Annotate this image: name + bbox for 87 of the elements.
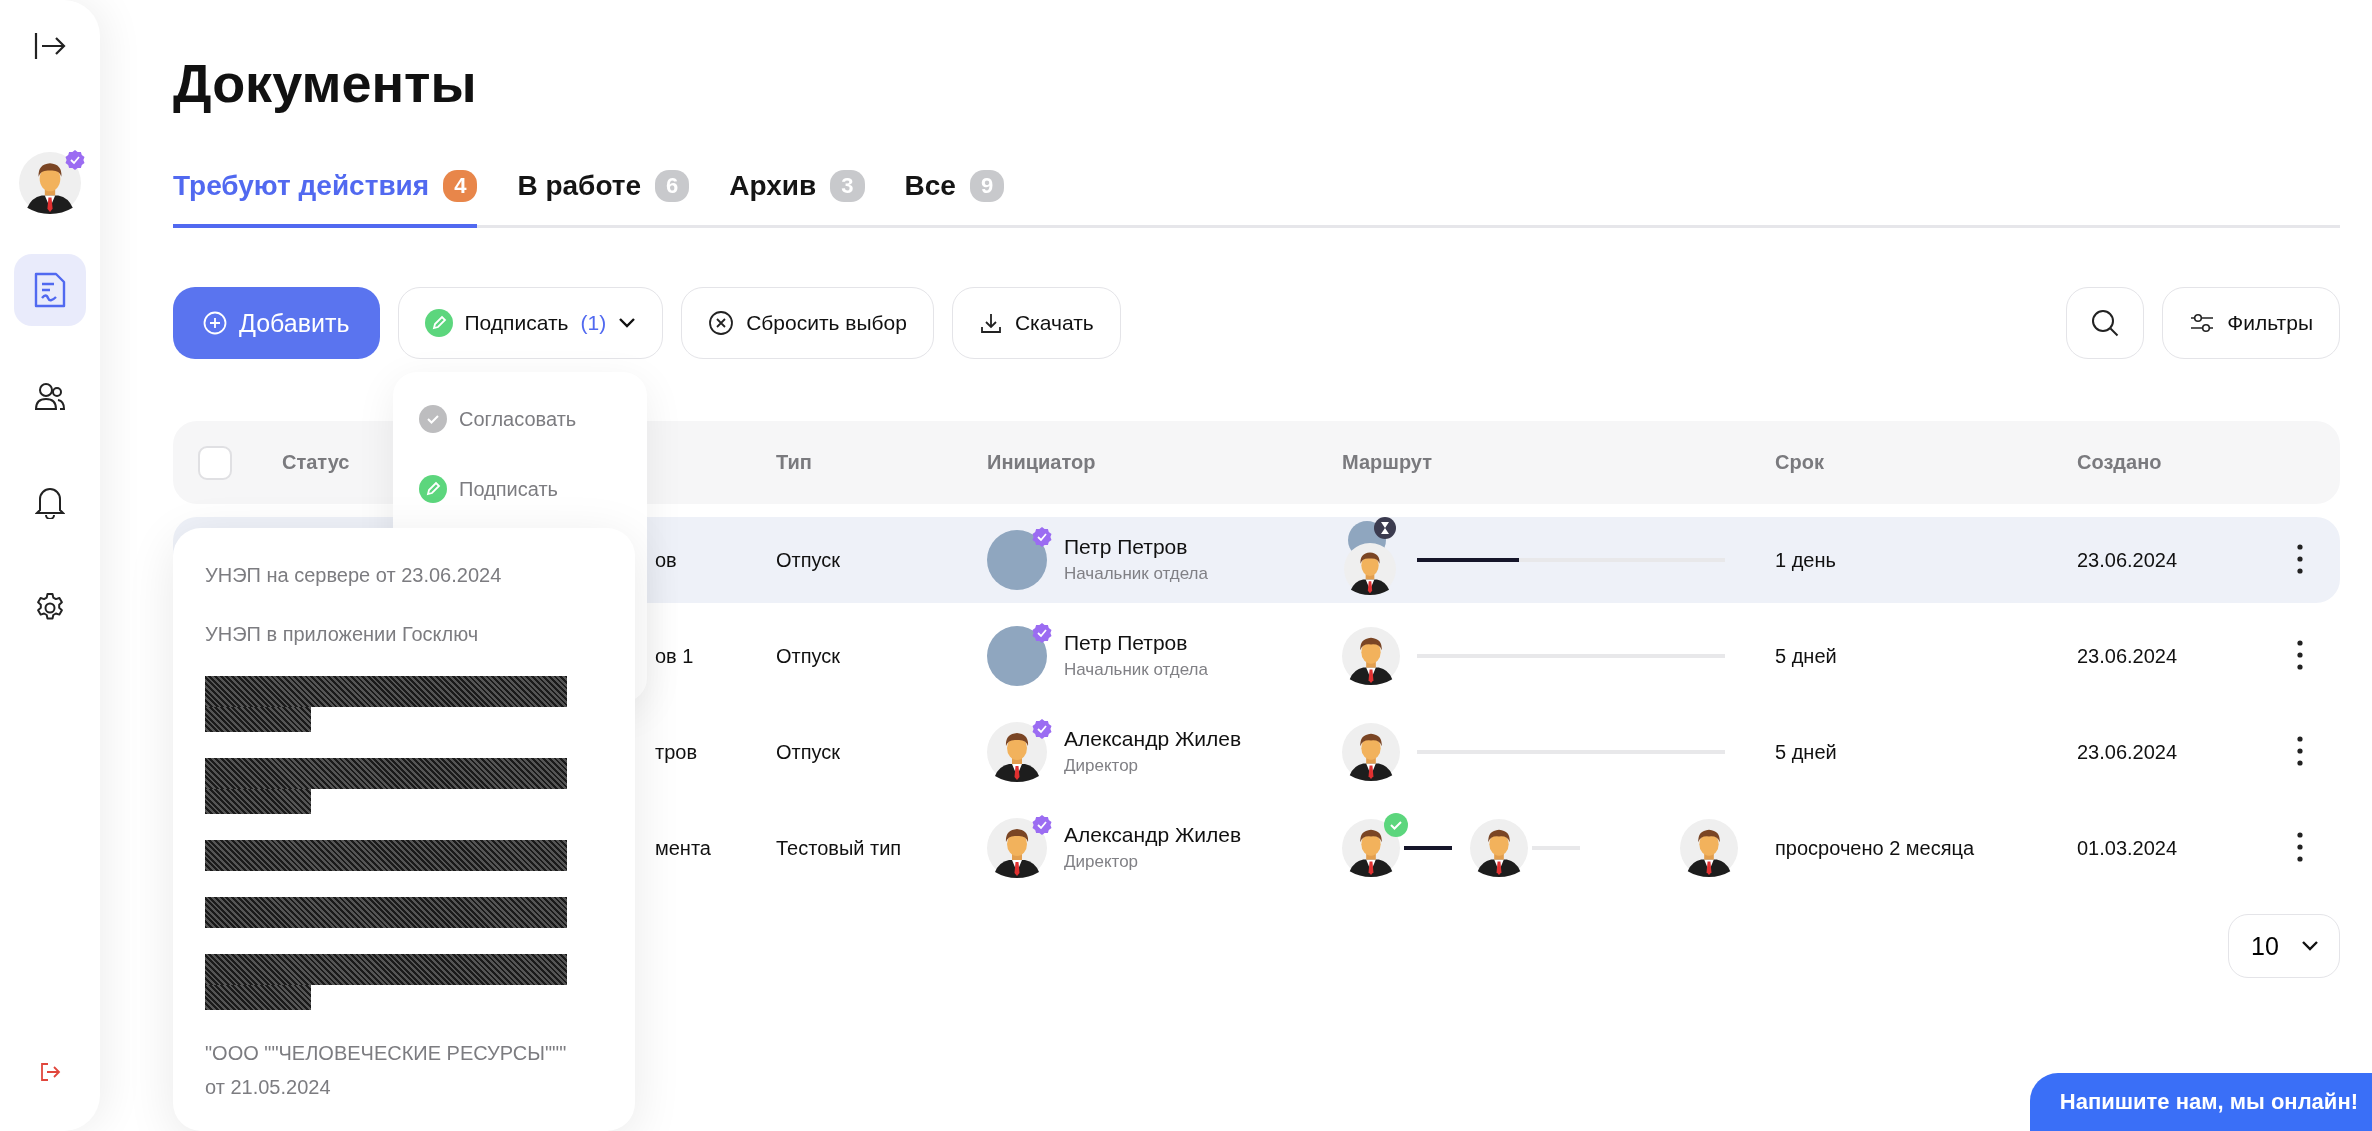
column-header: Маршрут xyxy=(1342,451,1434,474)
filters-button[interactable]: Фильтры xyxy=(2162,287,2340,359)
count-badge: 4 xyxy=(443,169,478,202)
avatar-silhouette xyxy=(1470,819,1528,877)
initiator-role: Начальник отдела xyxy=(1064,563,1208,585)
expand-icon[interactable] xyxy=(34,31,66,61)
term-cell-text: просрочено 2 месяца xyxy=(1775,836,1976,860)
document-name: ов 1 xyxy=(655,644,695,668)
term-cell-text: 1 день xyxy=(1775,548,1837,572)
download-button[interactable]: Скачать xyxy=(951,287,1121,359)
document-name: ов xyxy=(655,548,678,572)
column-header: Создано xyxy=(2077,451,2163,474)
type-cell-text: Отпуск xyxy=(776,740,842,764)
avatar-silhouette xyxy=(1342,627,1400,685)
more-vertical-icon xyxy=(2297,831,2303,862)
sign-dropdown-button[interactable]: Подписать (1) xyxy=(397,287,664,359)
page-title: Документы xyxy=(173,52,478,115)
menu-item[interactable]: УНЭП в приложении Госключ xyxy=(205,617,479,651)
type-cell-text: Отпуск xyxy=(776,644,842,668)
plus-circle-icon xyxy=(203,311,227,335)
initiator-name: Петр Петров xyxy=(1064,534,1189,560)
add-button[interactable]: Добавить xyxy=(173,287,380,359)
route-connector xyxy=(1404,846,1452,850)
verified-badge-icon xyxy=(65,150,85,170)
tab[interactable]: Требуют действия 4 xyxy=(173,153,478,228)
column-header: Тип xyxy=(776,451,813,474)
avatar-photo-placeholder xyxy=(987,626,1047,686)
users-icon xyxy=(34,380,66,412)
menu-item[interactable]: УНЭП на сервере от 23.06.2024 xyxy=(205,558,502,592)
avatar-silhouette xyxy=(19,152,81,214)
created-cell-text: 01.03.2024 xyxy=(2077,836,2179,860)
document-icon xyxy=(33,271,67,309)
initiator-name: Александр Жилев xyxy=(1064,726,1242,752)
initiator-role: Директор xyxy=(1064,851,1140,873)
column-header: Статус xyxy=(282,451,351,474)
more-vertical-icon xyxy=(2297,735,2303,766)
check-badge-icon xyxy=(1384,813,1408,837)
document-name: тров xyxy=(655,740,699,764)
column-header: Инициатор xyxy=(987,451,1097,474)
logout-icon[interactable] xyxy=(39,1061,61,1083)
close-circle-icon xyxy=(708,310,735,336)
avatar-silhouette xyxy=(1680,819,1738,877)
document-name: мента xyxy=(655,836,712,860)
avatar-silhouette xyxy=(987,722,1047,782)
bell-icon xyxy=(35,485,65,519)
search-button[interactable] xyxy=(2066,287,2145,359)
chat-button[interactable]: Напишите нам, мы онлайн! xyxy=(2029,1073,2372,1131)
verified-badge-icon xyxy=(1032,719,1052,739)
checkbox[interactable] xyxy=(198,445,232,480)
chevron-down-icon xyxy=(2301,940,2319,952)
reset-selection-button[interactable]: Сбросить выбор xyxy=(681,287,934,359)
more-vertical-icon xyxy=(2297,543,2303,574)
pencil-icon xyxy=(424,309,453,337)
avatar-photo-placeholder xyxy=(987,530,1047,590)
check-circle-icon xyxy=(419,405,447,433)
term-cell-text: 5 дней xyxy=(1775,740,1838,764)
created-cell-text: 23.06.2024 xyxy=(2077,740,2179,764)
selection-count: (1) xyxy=(580,311,607,335)
column-header: Срок xyxy=(1775,451,1825,474)
type-cell-text: Тестовый тип xyxy=(776,836,903,860)
initiator-role: Директор xyxy=(1064,755,1140,777)
created-cell-text: 23.06.2024 xyxy=(2077,548,2179,572)
sliders-icon xyxy=(2189,311,2216,335)
initiator-name: Петр Петров xyxy=(1064,630,1189,656)
search-icon xyxy=(2090,308,2121,338)
more-vertical-icon xyxy=(2297,639,2303,670)
verified-badge-icon xyxy=(1032,623,1052,643)
chevron-down-icon xyxy=(618,317,637,329)
term-cell-text: 5 дней xyxy=(1775,644,1838,668)
avatar-silhouette xyxy=(1342,819,1400,877)
table-row[interactable]: мента Тестовый тип Александр Жилев Директор просрочено 2 месяца 01.03.2024 xyxy=(173,805,2340,891)
menu-item[interactable]: "ООО ""ЧЕЛОВЕЧЕСКИЕ РЕСУРСЫ""" от 21.05.2024 xyxy=(205,1036,585,1104)
avatar-silhouette xyxy=(987,818,1047,878)
initiator-name: Александр Жилев xyxy=(1064,822,1242,848)
verified-badge-icon xyxy=(1032,527,1052,547)
table-row[interactable]: тров Отпуск Александр Жилев Директор 5 дней 23.06.2024 xyxy=(173,709,2340,795)
menu-item[interactable]: Согласовать xyxy=(419,396,577,442)
pencil-icon xyxy=(419,475,447,503)
menu-item[interactable]: Подписать xyxy=(419,466,558,512)
avatar-silhouette xyxy=(1344,543,1396,595)
verified-badge-icon xyxy=(1032,815,1052,835)
avatar-silhouette xyxy=(1342,723,1400,781)
type-cell-text: Отпуск xyxy=(776,548,842,572)
initiator-role: Начальник отдела xyxy=(1064,659,1208,681)
page-size-select[interactable]: 10 xyxy=(2228,914,2340,978)
download-icon xyxy=(978,311,1003,335)
created-cell-text: 23.06.2024 xyxy=(2077,644,2179,668)
